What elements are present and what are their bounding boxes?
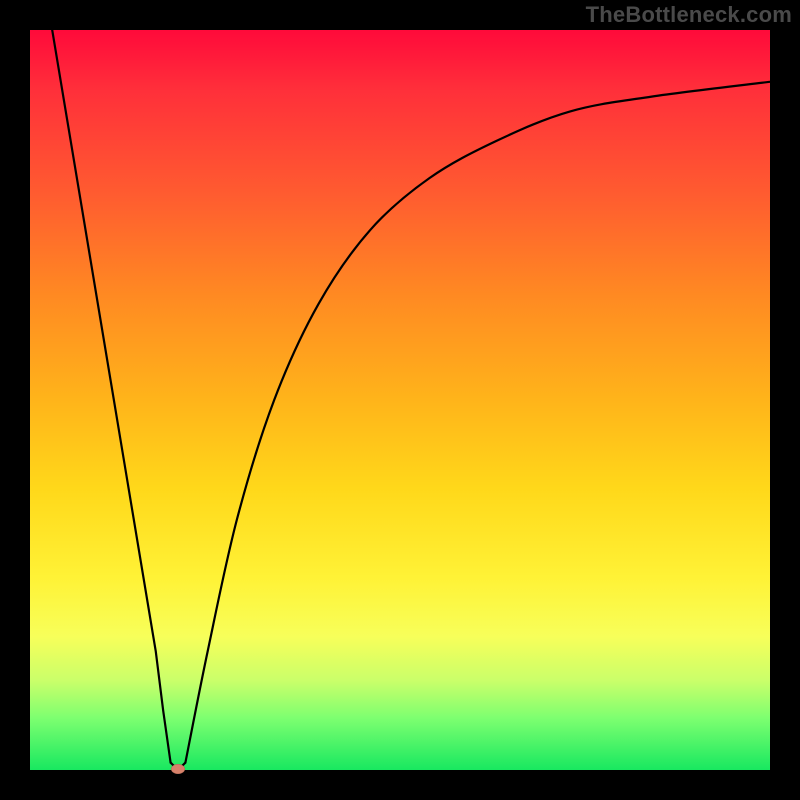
chart-frame: TheBottleneck.com [0, 0, 800, 800]
watermark-text: TheBottleneck.com [586, 2, 792, 28]
curve-left-branch [52, 30, 170, 763]
bottleneck-curve [30, 30, 770, 770]
curve-right-branch [185, 82, 770, 763]
plot-area [30, 30, 770, 770]
optimal-point-marker [171, 764, 185, 774]
